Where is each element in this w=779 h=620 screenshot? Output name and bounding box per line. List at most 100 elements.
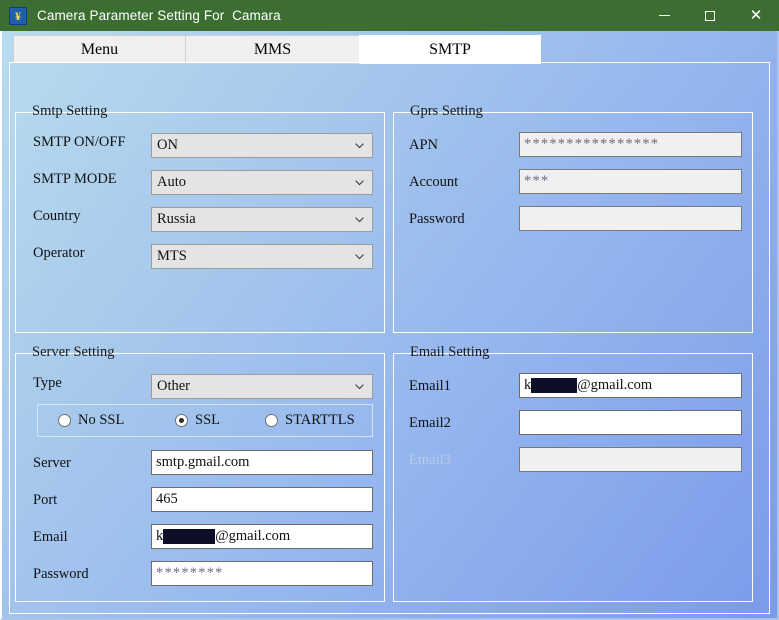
field-gprs-password: Password bbox=[409, 211, 519, 228]
client-area: Menu MMS SMTP Smtp Setting SMTP ON/OFF O… bbox=[0, 31, 779, 620]
group-email-setting: Email Setting Email1 k @gmail.com Email2 … bbox=[393, 344, 753, 602]
input-server-email[interactable]: k @gmail.com bbox=[151, 524, 373, 549]
radio-no-ssl[interactable]: No SSL bbox=[58, 412, 124, 429]
combo-country-value: Russia bbox=[157, 211, 196, 227]
field-operator-label: Operator bbox=[33, 245, 85, 261]
combo-type-value: Other bbox=[157, 378, 191, 394]
radio-no-ssl-label: No SSL bbox=[78, 412, 125, 428]
field-account: Account bbox=[409, 174, 519, 191]
title-bar: ¥ Camera Parameter Setting For Camara ✕ bbox=[0, 0, 779, 31]
input-server-email-suffix: @gmail.com bbox=[215, 528, 291, 544]
combo-smtp-mode[interactable]: Auto bbox=[151, 170, 373, 195]
input-server-password-value: ******** bbox=[156, 565, 224, 581]
input-email1-suffix: @gmail.com bbox=[577, 377, 653, 393]
input-server-email-prefix: k bbox=[156, 528, 164, 544]
field-server-email: Email bbox=[33, 529, 151, 546]
maximize-icon bbox=[705, 10, 715, 21]
field-apn: APN bbox=[409, 137, 519, 154]
field-smtp-on-off: SMTP ON/OFF bbox=[33, 134, 151, 151]
input-email2[interactable] bbox=[519, 410, 742, 435]
field-country-label: Country bbox=[33, 208, 81, 224]
field-smtp-on-off-label: SMTP ON/OFF bbox=[33, 134, 126, 150]
input-port-value: 465 bbox=[156, 491, 178, 507]
combo-smtp-mode-value: Auto bbox=[157, 174, 186, 190]
group-server-setting-legend: Server Setting bbox=[32, 344, 115, 360]
input-port[interactable]: 465 bbox=[151, 487, 373, 512]
field-email3: Email3 bbox=[409, 452, 519, 469]
field-email1-label: Email1 bbox=[409, 378, 451, 394]
chevron-down-icon bbox=[355, 142, 364, 148]
chevron-down-icon bbox=[355, 179, 364, 185]
group-smtp-setting-legend: Smtp Setting bbox=[32, 103, 108, 119]
radio-ssl-label: SSL bbox=[195, 412, 220, 428]
field-server-password-label: Password bbox=[33, 566, 89, 582]
combo-country[interactable]: Russia bbox=[151, 207, 373, 232]
input-server[interactable]: smtp.gmail.com bbox=[151, 450, 373, 475]
chevron-down-icon bbox=[355, 253, 364, 259]
radio-starttls-indicator bbox=[265, 414, 278, 427]
input-account-value: *** bbox=[524, 173, 550, 189]
window-title: Camera Parameter Setting For Camara bbox=[37, 8, 281, 23]
minimize-icon bbox=[658, 15, 670, 16]
input-server-password[interactable]: ******** bbox=[151, 561, 373, 586]
combo-smtp-on-off[interactable]: ON bbox=[151, 133, 373, 158]
minimize-button[interactable] bbox=[641, 0, 687, 31]
field-smtp-mode: SMTP MODE bbox=[33, 171, 151, 188]
application-window: ¥ Camera Parameter Setting For Camara ✕ … bbox=[0, 0, 779, 620]
field-port: Port bbox=[33, 492, 151, 509]
field-smtp-mode-label: SMTP MODE bbox=[33, 171, 117, 187]
tab-smtp-label: SMTP bbox=[429, 40, 471, 58]
close-button[interactable]: ✕ bbox=[733, 0, 779, 31]
field-server-email-label: Email bbox=[33, 529, 68, 545]
redaction-bar bbox=[531, 378, 578, 393]
combo-type[interactable]: Other bbox=[151, 374, 373, 399]
field-email2-label: Email2 bbox=[409, 415, 451, 431]
input-gprs-password[interactable] bbox=[519, 206, 742, 231]
input-server-value: smtp.gmail.com bbox=[156, 454, 250, 470]
group-smtp-setting: Smtp Setting SMTP ON/OFF ON SMTP MODE Au… bbox=[15, 103, 385, 333]
radio-ssl-indicator bbox=[175, 414, 188, 427]
group-gprs-setting: Gprs Setting APN **************** Accoun… bbox=[393, 103, 753, 333]
input-email1-prefix: k bbox=[524, 377, 532, 393]
tab-mms-label: MMS bbox=[253, 40, 292, 58]
group-gprs-setting-legend: Gprs Setting bbox=[410, 103, 483, 119]
tab-smtp[interactable]: SMTP bbox=[359, 35, 541, 64]
redaction-bar bbox=[163, 529, 216, 544]
maximize-button[interactable] bbox=[687, 0, 733, 31]
tab-menu[interactable]: Menu bbox=[13, 35, 185, 64]
tab-strip: Menu MMS SMTP bbox=[13, 35, 541, 64]
input-apn-value: **************** bbox=[524, 136, 660, 152]
app-logo-icon: ¥ bbox=[9, 6, 27, 25]
field-port-label: Port bbox=[33, 492, 58, 508]
field-email3-label: Email3 bbox=[409, 452, 451, 468]
field-type-label: Type bbox=[33, 375, 62, 391]
ssl-mode-radio-group: No SSL SSL STARTTLS bbox=[37, 404, 373, 437]
combo-operator-value: MTS bbox=[157, 248, 187, 264]
window-controls: ✕ bbox=[641, 0, 779, 31]
input-apn[interactable]: **************** bbox=[519, 132, 742, 157]
chevron-down-icon bbox=[355, 216, 364, 222]
radio-starttls-label: STARTTLS bbox=[285, 412, 355, 428]
field-email1: Email1 bbox=[409, 378, 519, 395]
field-type: Type bbox=[33, 375, 151, 392]
radio-no-ssl-indicator bbox=[58, 414, 71, 427]
field-server-password: Password bbox=[33, 566, 151, 583]
field-gprs-password-label: Password bbox=[409, 211, 465, 227]
chevron-down-icon bbox=[355, 383, 364, 389]
close-icon: ✕ bbox=[749, 7, 763, 24]
tab-mms[interactable]: MMS bbox=[185, 35, 359, 64]
field-server-label: Server bbox=[33, 455, 71, 471]
radio-starttls[interactable]: STARTTLS bbox=[265, 412, 355, 429]
field-apn-label: APN bbox=[409, 137, 439, 153]
radio-ssl[interactable]: SSL bbox=[175, 412, 220, 429]
input-email1[interactable]: k @gmail.com bbox=[519, 373, 742, 398]
tab-menu-label: Menu bbox=[80, 40, 119, 58]
input-account[interactable]: *** bbox=[519, 169, 742, 194]
group-server-setting: Server Setting Type Other No SSL SSL STA… bbox=[15, 344, 385, 602]
app-logo-glyph: ¥ bbox=[15, 8, 21, 23]
combo-operator[interactable]: MTS bbox=[151, 244, 373, 269]
field-email2: Email2 bbox=[409, 415, 519, 432]
combo-smtp-on-off-value: ON bbox=[157, 137, 178, 153]
field-country: Country bbox=[33, 208, 151, 225]
field-account-label: Account bbox=[409, 174, 459, 190]
